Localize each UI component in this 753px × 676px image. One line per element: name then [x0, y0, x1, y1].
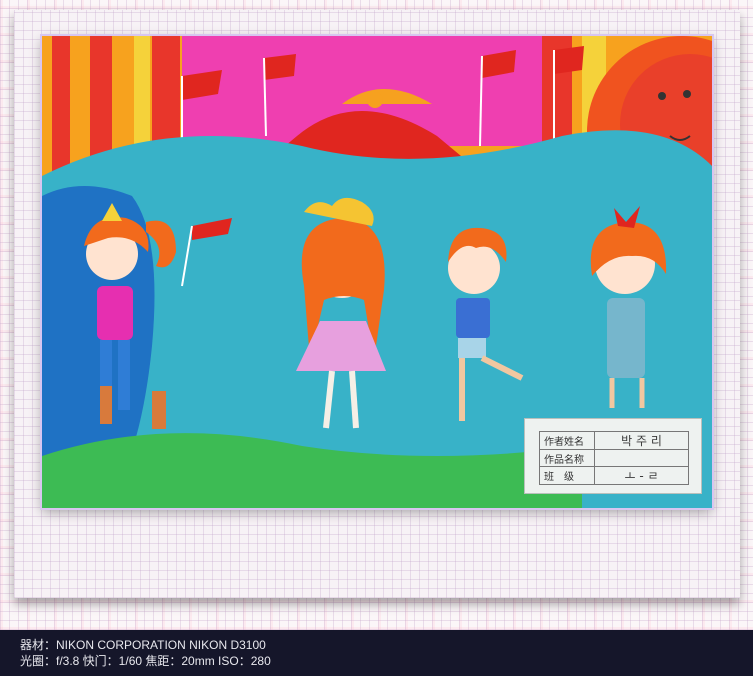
image-viewer: 作者姓名 박 주 리 作品名称 班 级 ㅗ - ㄹ	[0, 0, 753, 630]
exif-camera-line: 器材：NIKON CORPORATION NIKON D3100	[20, 638, 266, 652]
exif-info-bar: 器材：NIKON CORPORATION NIKON D3100 光圈：f/3.…	[0, 630, 753, 676]
info-row-author: 作者姓名 박 주 리	[539, 431, 689, 450]
info-value	[594, 449, 689, 467]
info-value: ㅗ - ㄹ	[594, 466, 689, 485]
info-row-class: 班 级 ㅗ - ㄹ	[539, 466, 689, 485]
info-row-title: 作品名称	[539, 449, 689, 467]
artwork-info-table: 作者姓名 박 주 리 作品名称 班 级 ㅗ - ㄹ	[539, 431, 689, 485]
exif-settings-line: 光圈：f/3.8 快门：1/60 焦距：20mm ISO：280	[20, 654, 271, 668]
info-value: 박 주 리	[594, 431, 689, 450]
child-painting-photo[interactable]: 作者姓名 박 주 리 作品名称 班 级 ㅗ - ㄹ	[42, 36, 712, 508]
info-key: 班 级	[539, 466, 595, 485]
info-key: 作品名称	[539, 449, 595, 467]
info-key: 作者姓名	[539, 431, 595, 450]
artwork-info-card: 作者姓名 박 주 리 作品名称 班 级 ㅗ - ㄹ	[524, 418, 702, 494]
